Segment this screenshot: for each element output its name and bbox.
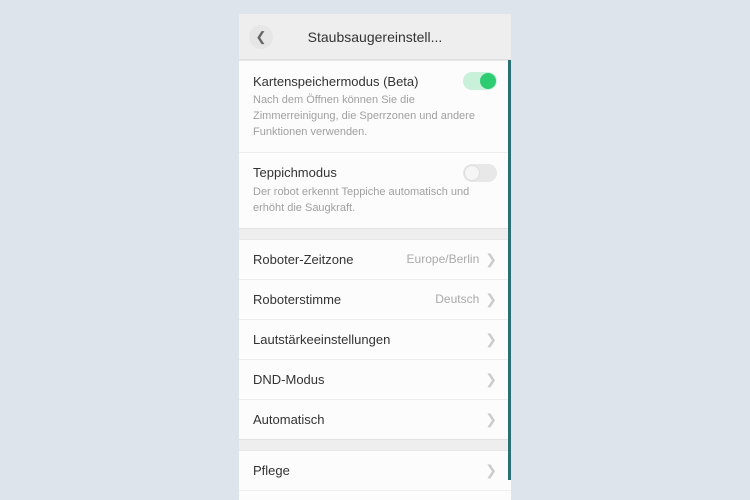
row-automatic[interactable]: Automatisch ❯ <box>239 400 511 439</box>
row-volume[interactable]: Lautstärkeeinstellungen ❯ <box>239 320 511 360</box>
row-remote[interactable]: Fernsteuerungen ❯ <box>239 491 511 500</box>
row-carpet-mode[interactable]: Teppichmodus Der robot erkennt Teppiche … <box>239 153 511 228</box>
row-description: Der robot erkennt Teppiche automatisch u… <box>253 185 497 217</box>
section-gap <box>239 440 511 450</box>
row-label: DND-Modus <box>253 372 325 387</box>
row-dnd[interactable]: DND-Modus ❯ <box>239 360 511 400</box>
toggle-map-save-mode[interactable] <box>463 72 497 90</box>
chevron-right-icon: ❯ <box>485 371 497 388</box>
row-label: Lautstärkeeinstellungen <box>253 332 390 347</box>
section-gap <box>239 229 511 239</box>
scrollbar[interactable] <box>508 60 511 480</box>
content-area: Kartenspeichermodus (Beta) Nach dem Öffn… <box>239 60 511 500</box>
chevron-right-icon: ❯ <box>485 411 497 428</box>
row-value: Deutsch <box>435 292 479 306</box>
chevron-right-icon: ❯ <box>485 291 497 308</box>
chevron-right-icon: ❯ <box>485 331 497 348</box>
row-timezone[interactable]: Roboter-Zeitzone Europe/Berlin ❯ <box>239 240 511 280</box>
row-label: Pflege <box>253 463 290 478</box>
row-label: Roboterstimme <box>253 292 341 307</box>
row-voice[interactable]: Roboterstimme Deutsch ❯ <box>239 280 511 320</box>
row-value: Europe/Berlin <box>407 252 480 266</box>
row-map-save-mode[interactable]: Kartenspeichermodus (Beta) Nach dem Öffn… <box>239 61 511 153</box>
page-title: Staubsaugereinstell... <box>273 29 501 45</box>
settings-screen: ❮ Staubsaugereinstell... Kartenspeicherm… <box>239 14 511 500</box>
chevron-right-icon: ❯ <box>485 251 497 268</box>
section-more: Pflege ❯ Fernsteuerungen ❯ <box>239 450 511 500</box>
chevron-left-icon: ❮ <box>256 29 267 45</box>
header-bar: ❮ Staubsaugereinstell... <box>239 14 511 60</box>
scroll-view[interactable]: Kartenspeichermodus (Beta) Nach dem Öffn… <box>239 60 511 500</box>
row-care[interactable]: Pflege ❯ <box>239 451 511 491</box>
toggle-carpet-mode[interactable] <box>463 164 497 182</box>
row-label: Roboter-Zeitzone <box>253 252 353 267</box>
row-label: Kartenspeichermodus (Beta) <box>253 74 418 89</box>
row-label: Automatisch <box>253 412 325 427</box>
chevron-right-icon: ❯ <box>485 462 497 479</box>
row-description: Nach dem Öffnen können Sie die Zimmerrei… <box>253 93 497 141</box>
back-button[interactable]: ❮ <box>249 25 273 49</box>
section-modes: Kartenspeichermodus (Beta) Nach dem Öffn… <box>239 60 511 229</box>
section-general: Roboter-Zeitzone Europe/Berlin ❯ Roboter… <box>239 239 511 440</box>
row-label: Teppichmodus <box>253 165 337 180</box>
